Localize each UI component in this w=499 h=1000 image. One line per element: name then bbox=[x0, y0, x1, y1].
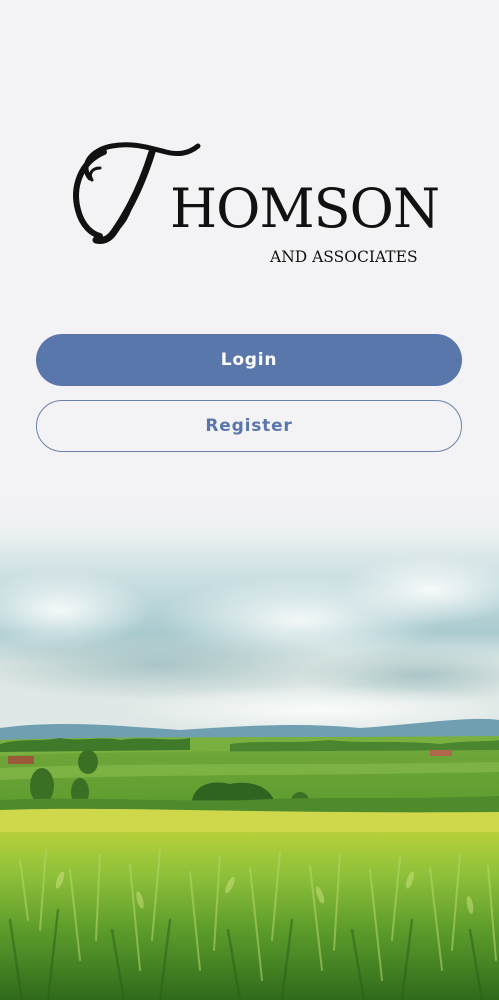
register-button[interactable]: Register bbox=[36, 400, 462, 452]
company-logo: HOMSON AND ASSOCIATES bbox=[70, 138, 440, 268]
login-button[interactable]: Login bbox=[36, 334, 462, 386]
logo-subtitle: AND ASSOCIATES bbox=[270, 248, 418, 266]
logo-wordmark: HOMSON bbox=[170, 177, 440, 240]
login-screen: HOMSON AND ASSOCIATES Login Register bbox=[0, 0, 499, 1000]
landscape-background-image bbox=[0, 500, 499, 1000]
